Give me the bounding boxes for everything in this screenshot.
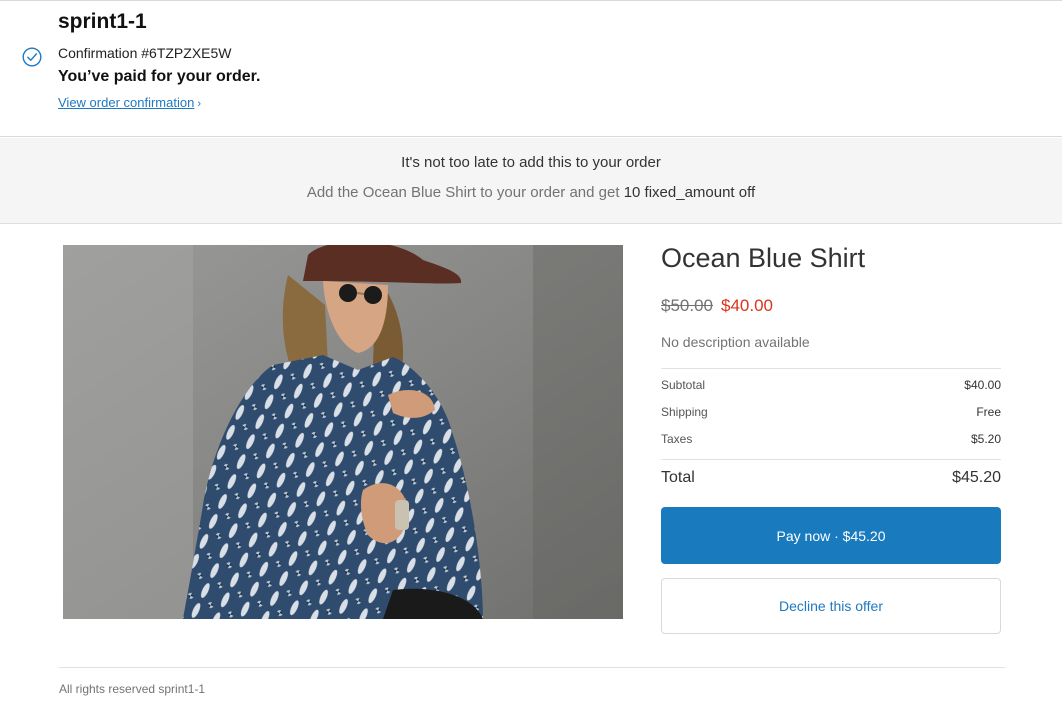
summary-divider-bottom [661, 459, 1001, 460]
banner-subtitle: Add the Ocean Blue Shirt to your order a… [0, 184, 1062, 201]
product-photo-illustration [63, 245, 623, 619]
paid-message: You’ve paid for your order. [58, 68, 261, 85]
banner-title: It's not too late to add this to your or… [401, 154, 661, 171]
product-title: Ocean Blue Shirt [661, 243, 866, 273]
subtotal-value: $40.00 [964, 378, 1001, 392]
check-circle-icon [22, 47, 42, 67]
subtotal-label: Subtotal [661, 378, 706, 392]
pay-now-button[interactable]: Pay now · $45.20 [661, 507, 1001, 564]
taxes-label: Taxes [661, 432, 693, 446]
view-link-label: View order confirmation [58, 95, 195, 110]
footer-divider [59, 667, 1005, 668]
shop-name: sprint1-1 [58, 10, 147, 33]
total-value: $45.20 [952, 469, 1001, 486]
discount-amount: 10 fixed_amount off [623, 184, 756, 201]
upsell-banner: It's not too late to add this to your or… [0, 138, 1062, 224]
view-order-confirmation-link[interactable]: View order confirmation › [58, 95, 201, 110]
confirmation-header: sprint1-1 Confirmation #6TZPZXE5W You’ve… [0, 1, 1062, 137]
taxes-value: $5.20 [970, 432, 1001, 446]
pay-now-label: Pay now · $45.20 [776, 527, 886, 544]
shipping-value: Free [976, 405, 1001, 419]
confirmation-number: Confirmation #6TZPZXE5W [58, 45, 232, 61]
decline-offer-button[interactable]: Decline this offer [661, 578, 1001, 634]
decline-offer-label: Decline this offer [778, 598, 883, 614]
product-image [63, 245, 623, 619]
shipping-label: Shipping [661, 405, 708, 419]
product-description: No description available [661, 334, 810, 350]
total-label: Total [661, 469, 695, 486]
summary-divider-top [661, 368, 1001, 369]
banner-subtitle-text: Add the Ocean Blue Shirt to your order a… [306, 184, 624, 201]
footer-text: All rights reserved sprint1-1 [59, 682, 206, 696]
sale-price: $40.00 [721, 296, 773, 315]
chevron-right-icon: › [197, 98, 201, 110]
original-price: $50.00 [661, 296, 713, 315]
